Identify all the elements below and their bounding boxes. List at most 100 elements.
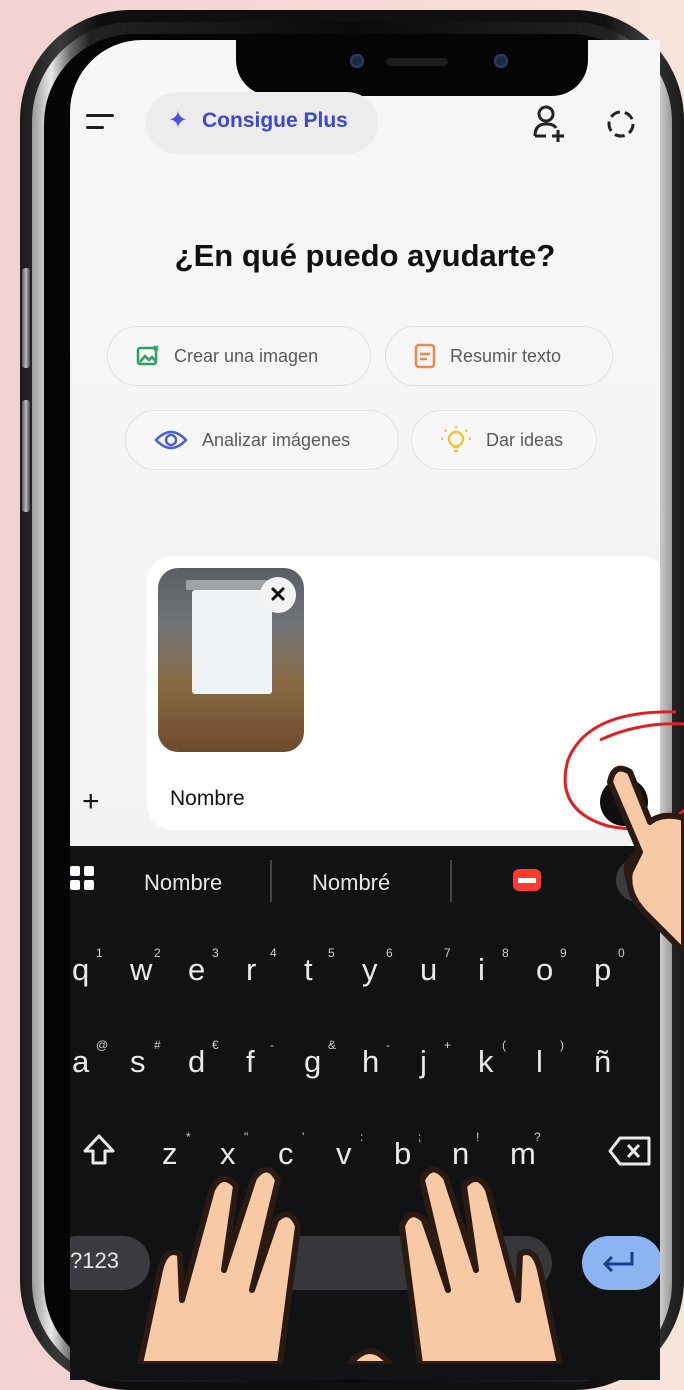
volume-up-button [22,268,30,368]
key-t[interactable]: t5 [304,946,344,996]
chip-label: Analizar imágenes [202,429,351,450]
speaker-grille [386,58,448,66]
document-icon [414,343,436,369]
image-icon [136,345,160,367]
key-i[interactable]: i8 [478,946,518,996]
key-hint: 8 [502,946,509,960]
key-label: h [362,1044,380,1079]
key-label: k [478,1044,494,1079]
key-hint: ! [476,1130,480,1144]
key-hint: ( [502,1038,506,1052]
key-label: t [304,952,313,987]
eye-icon [154,429,188,451]
key-label: p [594,952,612,987]
key-a[interactable]: a @ [72,1038,112,1088]
key-r[interactable]: r4 [246,946,286,996]
key-hint: ; [418,1130,422,1144]
key-label: q [72,952,90,987]
key-ñ[interactable]: ñ [594,1038,634,1088]
key-label: g [304,1044,322,1079]
key-hint: " [244,1130,249,1144]
hands-illustration [137,1166,563,1364]
menu-icon[interactable] [86,110,120,136]
key-hint: 2 [154,946,161,960]
key-hint: 3 [212,946,219,960]
camera-icon [350,54,364,68]
key-u[interactable]: u7 [420,946,460,996]
add-attachment-button[interactable]: + [82,785,100,819]
key-hint: ' [302,1130,305,1144]
key-hint: 7 [444,946,451,960]
notch [236,40,588,96]
key-e[interactable]: e3 [188,946,228,996]
chip-summarize-text[interactable]: Resumir texto [385,326,613,386]
key-hint: 5 [328,946,335,960]
key-label: i [478,952,485,987]
key-hint: : [360,1130,364,1144]
key-hint: + [444,1038,452,1052]
key-label: y [362,952,378,987]
key-hint: 4 [270,946,277,960]
chip-analyze-images[interactable]: Analizar imágenes [125,410,399,470]
chip-label: Dar ideas [486,429,564,450]
key-hint: 6 [386,946,393,960]
key-k[interactable]: k( [478,1038,518,1088]
key-g[interactable]: g & [304,1038,344,1088]
message-input[interactable]: Nombre [170,787,245,811]
page-title: ¿En qué puedo ayudarte? [174,238,556,273]
emoji-icon[interactable] [512,866,542,892]
suggestion-2[interactable]: Nombré [312,870,390,896]
key-hint: 9 [560,946,567,960]
pointing-hand-illustration [607,765,684,952]
key-label: f [246,1044,255,1079]
key-h[interactable]: h- [362,1038,402,1088]
get-plus-label: Consigue Plus [202,109,348,132]
key-label: r [246,952,257,987]
key-hint: * [186,1130,191,1144]
apps-grid-icon[interactable] [70,866,96,892]
sensor-icon [494,54,508,68]
chip-label: Crear una imagen [174,345,319,366]
key-hint: € [212,1038,219,1052]
divider [450,860,452,902]
key-hint: & [328,1038,337,1052]
backspace-icon[interactable] [608,1135,652,1167]
remove-attachment-button[interactable]: ✕ [260,577,296,613]
add-person-icon[interactable] [532,104,568,144]
key-label: a [72,1044,90,1079]
key-label: s [130,1044,146,1079]
key-hint: ? [534,1130,541,1144]
dotted-circle-icon[interactable] [605,108,637,140]
volume-down-button [22,400,30,512]
key-label: w [130,952,153,987]
photo-glass [192,590,272,694]
key-l[interactable]: l) [536,1038,576,1088]
key-label: u [420,952,438,987]
key-p[interactable]: p0 [594,946,634,996]
key-d[interactable]: d € [188,1038,228,1088]
key-f[interactable]: f- [246,1038,286,1088]
key-w[interactable]: w2 [130,946,170,996]
key-q[interactable]: q1 [72,946,112,996]
key-label: o [536,952,554,987]
chip-create-image[interactable]: Crear una imagen [107,326,371,386]
enter-icon [602,1252,634,1273]
key-label: l [536,1044,543,1079]
key-hint: - [270,1038,274,1052]
key-y[interactable]: y6 [362,946,402,996]
enter-key[interactable] [582,1236,660,1290]
key-label: ñ [594,1044,612,1079]
key-j[interactable]: j + [420,1038,460,1088]
key-label: e [188,952,206,987]
chip-give-ideas[interactable]: Dar ideas [411,410,597,470]
lightbulb-icon [440,424,472,456]
shift-icon[interactable] [82,1133,116,1167]
key-hint: 1 [96,946,103,960]
key-s[interactable]: s # [130,1038,170,1088]
key-hint: ) [560,1038,564,1052]
key-label: d [188,1044,206,1079]
suggestion-1[interactable]: Nombre [144,870,222,896]
key-o[interactable]: o9 [536,946,576,996]
chip-label: Resumir texto [450,345,562,366]
key-hint: @ [96,1038,109,1052]
